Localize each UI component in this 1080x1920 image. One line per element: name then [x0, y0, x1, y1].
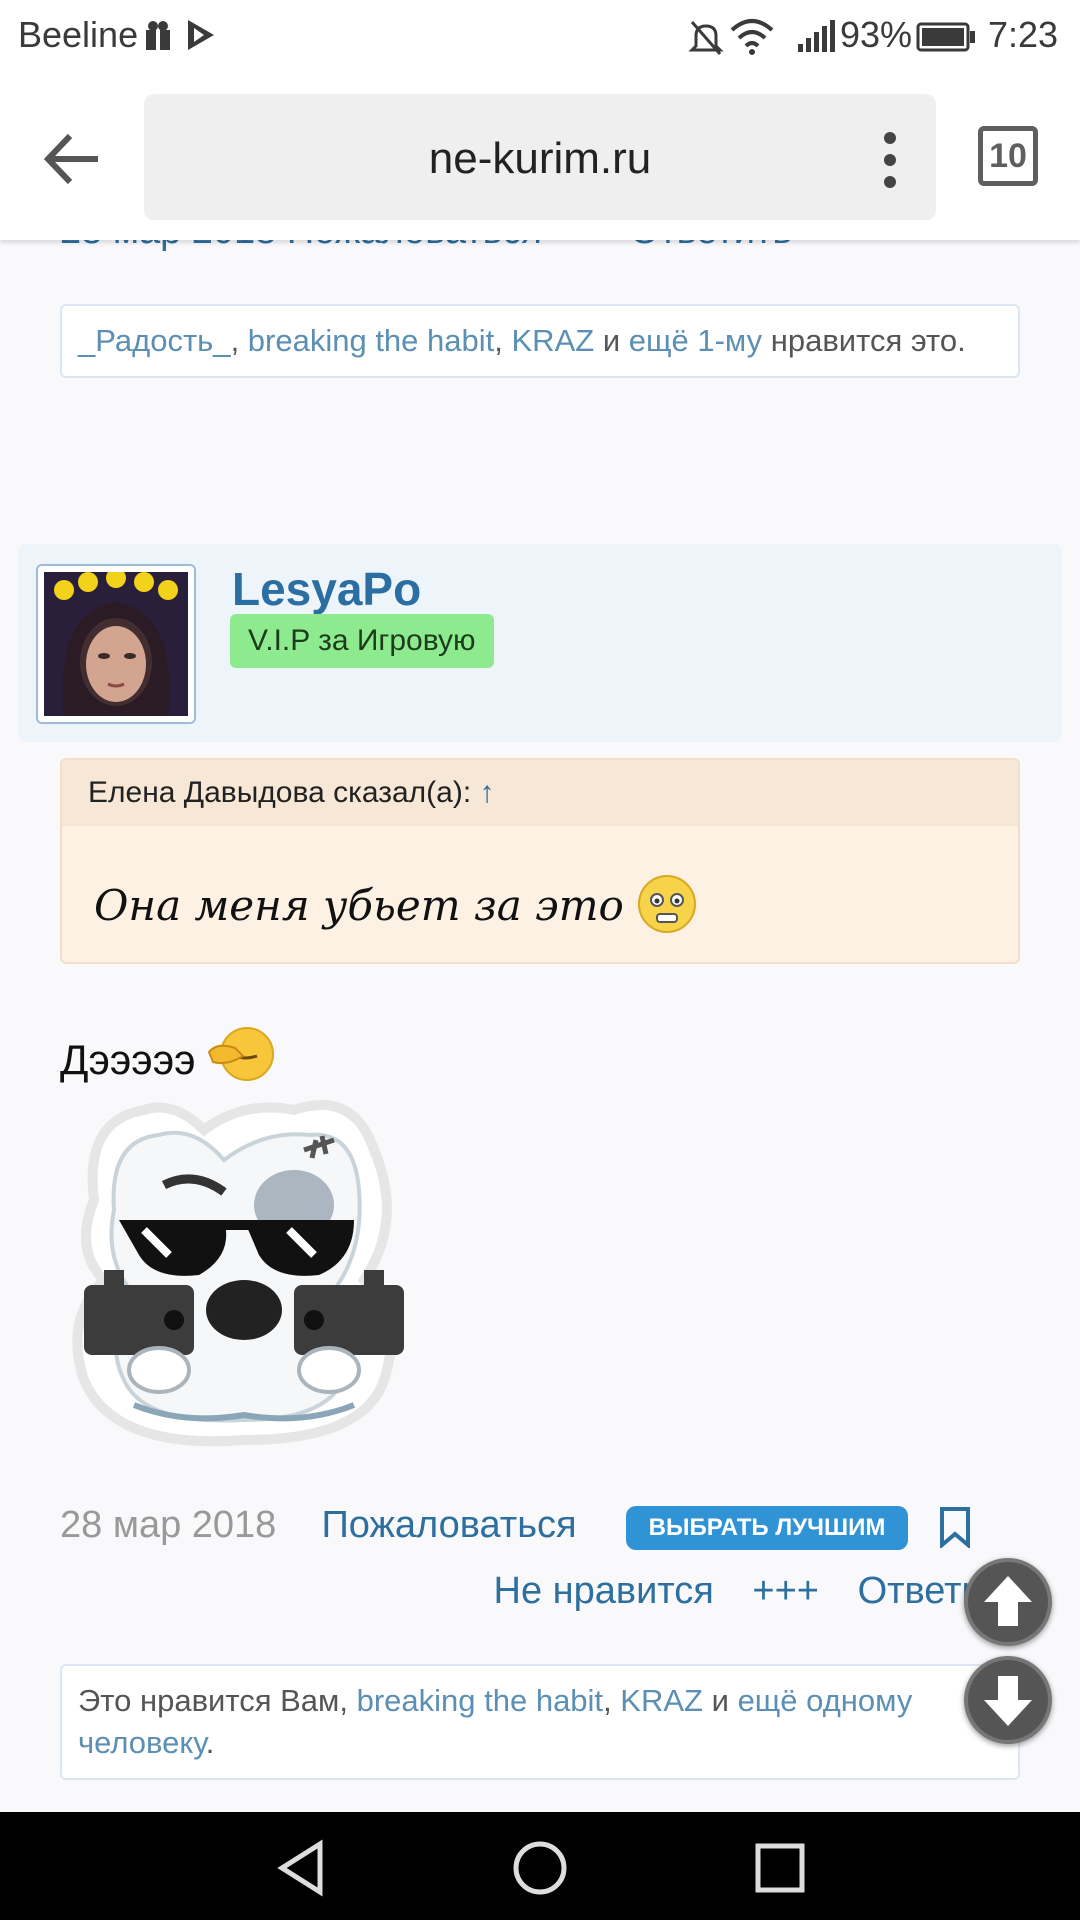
quote-author: Елена Давыдова сказал(а):: [88, 776, 472, 809]
quote-text-content: Она меня убьет за это: [94, 881, 624, 930]
clock: 7:23: [988, 14, 1059, 55]
back-arrow-icon[interactable]: [38, 124, 108, 194]
bookmark-icon[interactable]: [938, 1506, 972, 1548]
liker-link[interactable]: breaking the habit: [357, 1683, 603, 1718]
nav-back-icon[interactable]: [274, 1838, 334, 1898]
user-title-badge: V.I.P за Игровую: [230, 614, 494, 668]
quote-block: Елена Давыдова сказал(а): ↑ Она меня убь…: [60, 758, 1020, 964]
carrier-name: Beeline: [18, 14, 139, 55]
likes-more-link[interactable]: ещё 1-му: [629, 323, 762, 358]
post-text: Дэээээ: [60, 1036, 196, 1083]
likes-suffix: .: [205, 1725, 215, 1760]
page-content: 28 мар 2018 Пожаловаться +++ Ответить _Р…: [0, 240, 1080, 1812]
status-bar: Beeline 93% 7:23: [0, 0, 1080, 76]
gift-icon: [146, 21, 170, 50]
likes-and: и: [711, 1683, 729, 1718]
previous-post-meta-text[interactable]: 28 мар 2018 Пожаловаться +++ Ответить: [60, 240, 792, 252]
nav-recents-icon[interactable]: [750, 1838, 810, 1898]
post-author-card: LesyaPo V.I.P за Игровую: [18, 544, 1062, 742]
facepalm-emoji-icon: [208, 1027, 275, 1081]
liker-link[interactable]: breaking the habit: [248, 323, 494, 358]
browser-toolbar: ne-kurim.ru 10: [0, 76, 1080, 240]
post-likes: Это нравится Вам, breaking the habit, KR…: [60, 1664, 1020, 1780]
liker-link[interactable]: KRAZ: [620, 1683, 703, 1718]
wifi-icon: [730, 19, 774, 55]
likes-and: и: [602, 323, 621, 358]
previous-post-meta: 28 мар 2018 Пожаловаться +++ Ответить: [60, 240, 792, 253]
previous-post-likes: _Радость_, breaking the habit, KRAZ и ещ…: [60, 304, 1020, 378]
avatar[interactable]: [36, 564, 196, 724]
plus-link[interactable]: +++: [752, 1570, 819, 1612]
quote-text: Она меня убьет за это: [94, 874, 697, 934]
signal-icon: [798, 20, 835, 52]
liker-link[interactable]: KRAZ: [512, 323, 595, 358]
dislike-link[interactable]: Не нравится: [494, 1570, 714, 1612]
liker-link[interactable]: _Радость_: [78, 323, 231, 358]
worried-emoji-icon: [638, 875, 697, 933]
nav-home-icon[interactable]: [510, 1838, 570, 1898]
arrow-down-icon: [984, 1676, 1032, 1726]
quote-header: Елена Давыдова сказал(а): ↑: [62, 760, 1018, 826]
tab-switcher-button[interactable]: 10: [978, 126, 1038, 186]
battery-percent: 93%: [840, 14, 913, 55]
overflow-menu-icon[interactable]: [870, 132, 910, 188]
play-store-icon: [188, 20, 214, 50]
post-footer: 28 мар 2018 Пожаловаться: [60, 1504, 577, 1547]
address-bar[interactable]: ne-kurim.ru: [144, 94, 936, 220]
sticker-image: [72, 1100, 404, 1447]
post-actions: Не нравится +++ Ответить: [466, 1570, 1021, 1613]
arrow-up-icon: [984, 1576, 1032, 1626]
post-date: 28 мар 2018: [60, 1504, 277, 1546]
post-body: Дэээээ: [60, 1026, 279, 1084]
quote-source-link[interactable]: ↑: [480, 776, 495, 809]
system-navigation-bar: [0, 1812, 1080, 1920]
avatar-image: [44, 568, 188, 716]
username-link[interactable]: LesyaPo: [232, 562, 421, 616]
choose-best-button[interactable]: ВЫБРАТЬ ЛУЧШИМ: [626, 1506, 908, 1550]
scroll-down-button[interactable]: [964, 1656, 1052, 1744]
url-text: ne-kurim.ru: [428, 134, 652, 183]
likes-prefix: Это нравится Вам,: [78, 1683, 348, 1718]
battery-icon: [916, 22, 975, 52]
report-link[interactable]: Пожаловаться: [321, 1504, 576, 1546]
likes-suffix: нравится это.: [770, 323, 966, 358]
mute-icon: [688, 21, 724, 55]
scroll-up-button[interactable]: [964, 1558, 1052, 1646]
